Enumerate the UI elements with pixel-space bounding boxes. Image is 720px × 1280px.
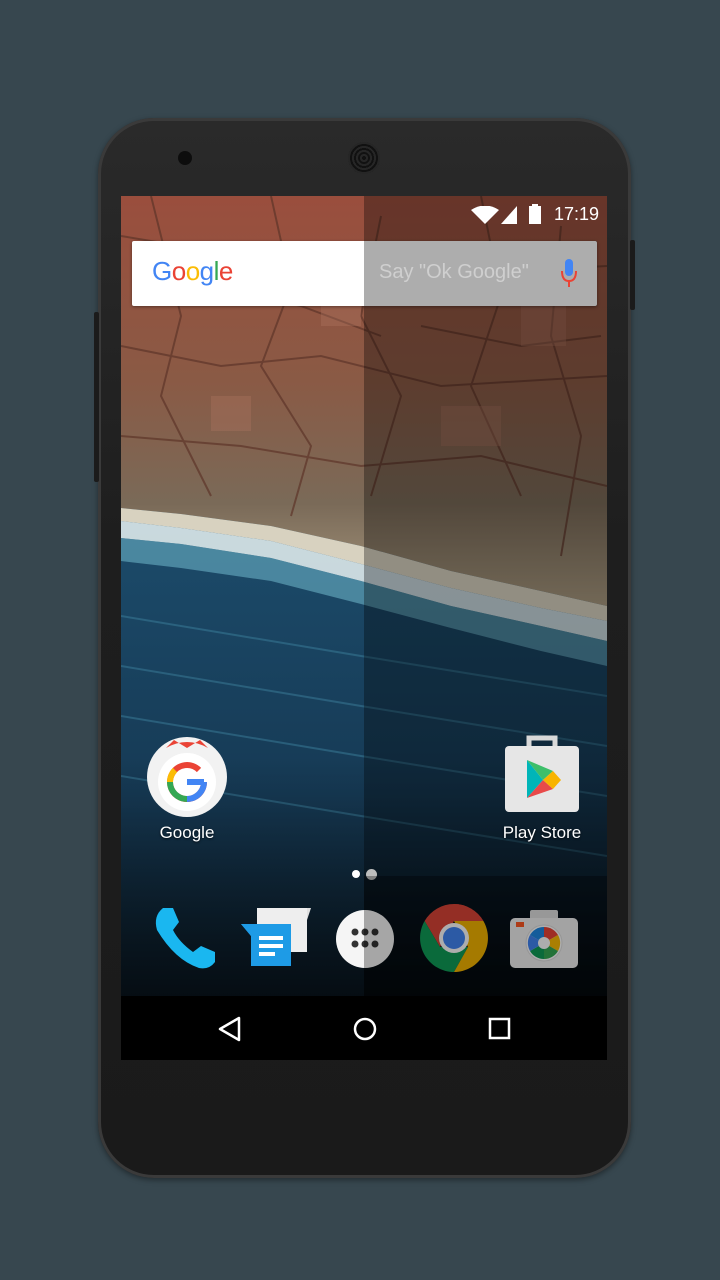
battery-icon xyxy=(529,204,541,224)
status-bar: 17:19 xyxy=(121,196,607,232)
app-label-google: Google xyxy=(159,823,215,842)
dock-phone[interactable] xyxy=(149,902,221,974)
page-dot-1 xyxy=(352,870,360,878)
wifi-icon xyxy=(471,206,499,224)
mic-icon[interactable] xyxy=(560,259,578,289)
dock-messenger[interactable] xyxy=(237,904,313,976)
recents-icon[interactable] xyxy=(488,1017,512,1041)
earpiece-speaker xyxy=(348,142,380,174)
front-camera xyxy=(178,151,192,165)
home-icon[interactable] xyxy=(352,1016,378,1042)
power-button xyxy=(630,240,635,310)
app-label-play-store: Play Store xyxy=(502,823,582,842)
app-play-store[interactable] xyxy=(501,734,583,818)
search-placeholder: Say "Ok Google" xyxy=(379,261,529,283)
play-store-icon xyxy=(505,735,579,812)
phone-icon xyxy=(155,908,215,969)
volume-button xyxy=(94,312,99,482)
messenger-icon xyxy=(241,908,311,966)
clock: 17:19 xyxy=(553,204,599,224)
google-app-icon xyxy=(147,737,227,817)
google-logo: Google xyxy=(152,256,233,286)
screen: 17:19 Google Say "Ok Google" Google Play… xyxy=(121,196,607,1060)
dock-overlay xyxy=(364,876,607,996)
google-search-widget[interactable]: Google Say "Ok Google" xyxy=(132,241,597,306)
navigation-bar xyxy=(121,996,607,1060)
app-google[interactable] xyxy=(146,736,228,818)
cell-signal-icon xyxy=(501,206,517,224)
back-icon[interactable] xyxy=(218,1016,242,1042)
